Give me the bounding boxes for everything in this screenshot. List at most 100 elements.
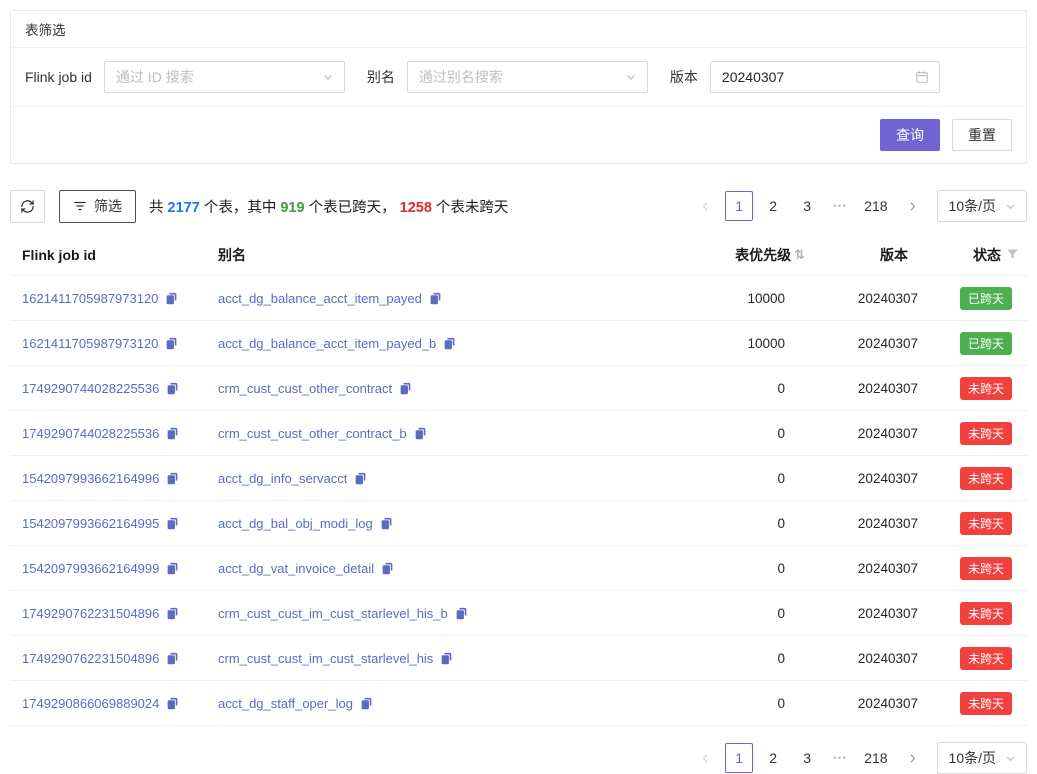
copy-icon[interactable] <box>166 427 179 440</box>
priority-value: 0 <box>665 651 815 666</box>
alias-link[interactable]: acct_dg_info_servacct <box>218 471 347 486</box>
version-date-picker[interactable] <box>710 61 940 93</box>
alias-link[interactable]: crm_cust_cust_other_contract_b <box>218 426 407 441</box>
next-page-button[interactable] <box>899 191 927 221</box>
page-button-1[interactable]: 1 <box>725 743 753 773</box>
table-row: 1542097993662164996 acct_dg_info_servacc… <box>10 456 1027 501</box>
summary-text: 个表，其中 <box>200 200 281 216</box>
filter-panel-button[interactable]: 筛选 <box>59 190 136 223</box>
copy-icon[interactable] <box>166 607 179 620</box>
flink-job-id-link[interactable]: 1749290866069889024 <box>22 696 159 711</box>
table-row: 1542097993662164999 acct_dg_vat_invoice_… <box>10 546 1027 591</box>
priority-value: 10000 <box>665 291 815 306</box>
column-header-version: 版本 <box>815 245 920 265</box>
summary-crossed-count: 919 <box>280 200 304 216</box>
next-page-button[interactable] <box>899 743 927 773</box>
alias-link[interactable]: crm_cust_cust_other_contract <box>218 381 392 396</box>
copy-icon[interactable] <box>443 337 456 350</box>
alias-link[interactable]: acct_dg_vat_invoice_detail <box>218 561 374 576</box>
copy-icon[interactable] <box>381 562 394 575</box>
alias-link[interactable]: acct_dg_balance_acct_item_payed_b <box>218 336 436 351</box>
refresh-button[interactable] <box>10 190 45 223</box>
column-header-status-label: 状态 <box>973 245 1001 265</box>
column-header-flink-job-id: Flink job id <box>22 247 218 263</box>
status-badge: 未跨天 <box>960 512 1012 535</box>
alias-link[interactable]: crm_cust_cust_im_cust_starlevel_his <box>218 651 433 666</box>
priority-value: 0 <box>665 471 815 486</box>
page-button-2[interactable]: 2 <box>759 743 787 773</box>
version-input[interactable] <box>711 62 915 92</box>
copy-icon[interactable] <box>166 517 179 530</box>
copy-icon[interactable] <box>354 472 367 485</box>
sort-icon[interactable]: ⇅ <box>794 248 805 261</box>
flink-job-id-select[interactable] <box>104 61 345 93</box>
prev-page-button[interactable] <box>691 191 719 221</box>
priority-value: 0 <box>665 381 815 396</box>
column-header-priority-label: 表优先级 <box>735 245 791 265</box>
page-jump-ellipsis[interactable]: ••• <box>827 753 853 763</box>
flink-job-id-link[interactable]: 1621411705987973120 <box>22 336 158 351</box>
copy-icon[interactable] <box>440 652 453 665</box>
alias-link[interactable]: acct_dg_staff_oper_log <box>218 696 353 711</box>
copy-icon[interactable] <box>166 697 179 710</box>
copy-icon[interactable] <box>166 472 179 485</box>
status-badge: 未跨天 <box>960 467 1012 490</box>
summary-text: 个表未跨天 <box>432 200 509 216</box>
page-button-last[interactable]: 218 <box>859 191 892 221</box>
page-size-label: 10条/页 <box>949 748 996 768</box>
flink-job-id-link[interactable]: 1749290762231504896 <box>22 606 159 621</box>
page-button-1[interactable]: 1 <box>725 191 753 221</box>
page-button-2[interactable]: 2 <box>759 191 787 221</box>
flink-job-id-link[interactable]: 1749290744028225536 <box>22 426 159 441</box>
prev-page-button[interactable] <box>691 743 719 773</box>
copy-icon[interactable] <box>166 562 179 575</box>
refresh-icon <box>20 199 35 214</box>
page-button-3[interactable]: 3 <box>793 191 821 221</box>
copy-icon[interactable] <box>455 607 468 620</box>
page-button-last[interactable]: 218 <box>859 743 892 773</box>
page-size-select[interactable]: 10条/页 <box>937 742 1027 774</box>
filter-actions-row: 查询 重置 <box>11 107 1026 163</box>
bottom-bar: 1 2 3 ••• 218 10条/页 <box>10 742 1027 774</box>
version-value: 20240307 <box>815 696 920 711</box>
filter-lines-icon <box>73 199 87 213</box>
status-badge: 未跨天 <box>960 602 1012 625</box>
pagination-top: 1 2 3 ••• 218 10条/页 <box>691 190 1027 222</box>
alias-link[interactable]: crm_cust_cust_im_cust_starlevel_his_b <box>218 606 448 621</box>
table-body: 1621411705987973120 acct_dg_balance_acct… <box>10 276 1027 726</box>
copy-icon[interactable] <box>166 382 179 395</box>
copy-icon[interactable] <box>399 382 412 395</box>
alias-select[interactable] <box>407 61 648 93</box>
flink-job-id-link[interactable]: 1542097993662164996 <box>22 471 159 486</box>
column-filter-icon[interactable] <box>1006 248 1019 261</box>
table-row: 1749290744028225536 crm_cust_cust_other_… <box>10 366 1027 411</box>
copy-icon[interactable] <box>380 517 393 530</box>
page-jump-ellipsis[interactable]: ••• <box>827 201 853 211</box>
table-row: 1621411705987973120 acct_dg_balance_acct… <box>10 321 1027 366</box>
flink-job-id-link[interactable]: 1542097993662164999 <box>22 561 159 576</box>
page-size-select[interactable]: 10条/页 <box>937 190 1027 222</box>
flink-job-id-input[interactable] <box>105 62 322 92</box>
flink-job-id-link[interactable]: 1621411705987973120 <box>22 291 158 306</box>
table-row: 1749290866069889024 acct_dg_staff_oper_l… <box>10 681 1027 726</box>
alias-link[interactable]: acct_dg_bal_obj_modi_log <box>218 516 373 531</box>
alias-link[interactable]: acct_dg_balance_acct_item_payed <box>218 291 422 306</box>
filter-fields-row: Flink job id 别名 版本 <box>11 48 1026 107</box>
alias-input[interactable] <box>408 62 625 92</box>
pagination-bottom: 1 2 3 ••• 218 10条/页 <box>691 742 1027 774</box>
flink-job-id-link[interactable]: 1749290744028225536 <box>22 381 159 396</box>
copy-icon[interactable] <box>165 337 178 350</box>
flink-job-id-link[interactable]: 1542097993662164995 <box>22 516 159 531</box>
copy-icon[interactable] <box>429 292 442 305</box>
page-size-label: 10条/页 <box>949 196 996 216</box>
copy-icon[interactable] <box>165 292 178 305</box>
copy-icon[interactable] <box>414 427 427 440</box>
query-button[interactable]: 查询 <box>880 119 940 151</box>
page-button-3[interactable]: 3 <box>793 743 821 773</box>
status-badge: 未跨天 <box>960 647 1012 670</box>
filter-panel-button-label: 筛选 <box>94 196 122 216</box>
copy-icon[interactable] <box>166 652 179 665</box>
reset-button[interactable]: 重置 <box>952 119 1012 151</box>
flink-job-id-link[interactable]: 1749290762231504896 <box>22 651 159 666</box>
copy-icon[interactable] <box>360 697 373 710</box>
